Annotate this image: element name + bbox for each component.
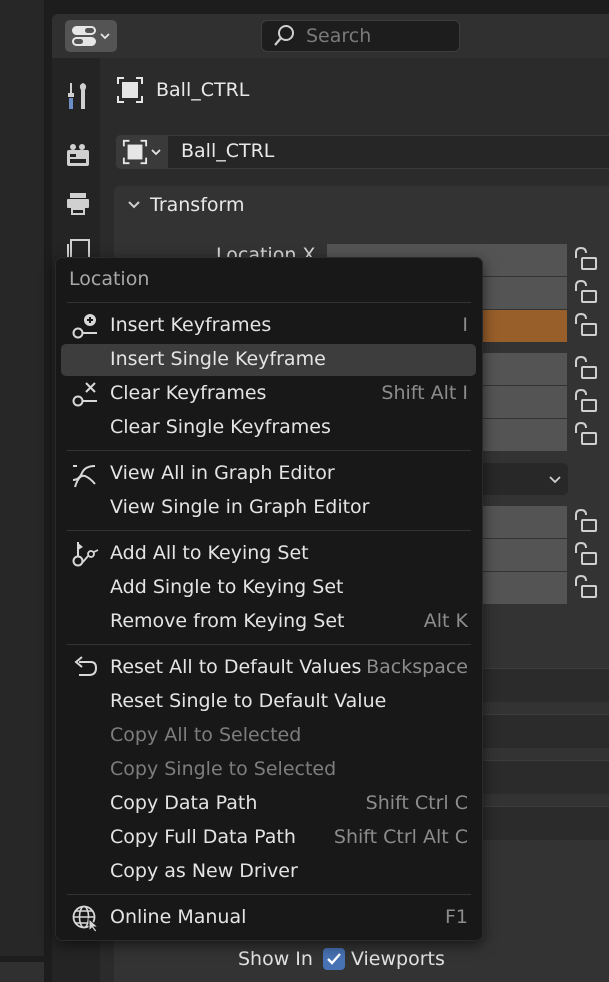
object-name-value: Ball_CTRL <box>181 140 275 162</box>
unlock-icon[interactable] <box>572 279 598 305</box>
unlock-icon[interactable] <box>572 355 598 381</box>
chevron-down-icon <box>128 201 140 209</box>
unlock-icon[interactable] <box>572 541 598 567</box>
render-tab[interactable] <box>60 138 96 174</box>
graph-editor-icon <box>71 460 99 488</box>
collapsed-subpanel[interactable] <box>470 714 609 748</box>
menu-item-copy-single-to-selected: Copy Single to Selected <box>110 758 337 780</box>
panel-title: Transform <box>150 194 245 216</box>
left-editor-area <box>0 0 45 956</box>
unlock-icon[interactable] <box>572 508 598 534</box>
menu-item-online-manual[interactable]: Online Manual F1 <box>61 902 476 934</box>
menu-item-copy-full-data-path[interactable]: Copy Full Data Path Shift Ctrl Alt C <box>61 822 476 854</box>
chevron-down-icon <box>549 476 561 484</box>
transform-panel-header[interactable]: Transform <box>126 194 245 216</box>
search-icon <box>274 25 294 46</box>
menu-separator <box>67 302 471 303</box>
reset-icon <box>71 654 99 682</box>
menu-item-copy-data-path[interactable]: Copy Data Path Shift Ctrl C <box>61 788 476 820</box>
context-menu-title: Location <box>69 268 150 290</box>
menu-item-reset-all-defaults[interactable]: Reset All to Default Values Backspace <box>61 652 476 684</box>
menu-item-add-all-keying-set[interactable]: Add All to Keying Set <box>61 538 476 570</box>
output-icon <box>67 193 89 215</box>
menu-separator <box>67 894 471 895</box>
menu-separator <box>67 530 471 531</box>
unlock-icon[interactable] <box>572 312 598 338</box>
menu-item-insert-keyframes[interactable]: Insert Keyframes I <box>61 310 476 342</box>
menu-separator <box>67 644 471 645</box>
editor-type-button[interactable] <box>65 20 117 52</box>
object-name: Ball_CTRL <box>156 79 250 101</box>
online-manual-icon <box>71 904 99 932</box>
menu-item-copy-all-to-selected: Copy All to Selected <box>110 724 302 746</box>
show-in-row: Show In Viewports <box>238 948 445 970</box>
properties-editor-icon <box>72 26 96 46</box>
menu-item-view-single-graph-editor[interactable]: View Single in Graph Editor <box>61 492 476 524</box>
collapsed-subpanel[interactable] <box>470 668 609 702</box>
search-placeholder: Search <box>306 25 372 47</box>
object-icon <box>117 77 143 103</box>
search-field[interactable]: Search <box>261 20 460 52</box>
menu-item-clear-single-keyframes[interactable]: Clear Single Keyframes <box>61 412 476 444</box>
menu-item-clear-keyframes[interactable]: Clear Keyframes Shift Alt I <box>61 378 476 410</box>
viewports-label: Viewports <box>350 948 445 970</box>
menu-item-insert-single-keyframe[interactable]: Insert Single Keyframe <box>61 344 476 376</box>
checkmark-icon <box>327 953 341 965</box>
keyframe-insert-icon <box>71 312 99 340</box>
collapsed-subpanel[interactable] <box>470 760 609 794</box>
tool-icon <box>68 83 87 109</box>
object-icon <box>122 139 148 165</box>
keying-set-icon <box>71 540 99 568</box>
menu-item-reset-single-default[interactable]: Reset Single to Default Value <box>61 686 476 718</box>
menu-item-view-all-graph-editor[interactable]: View All in Graph Editor <box>61 458 476 490</box>
object-name-header: Ball_CTRL <box>116 72 249 108</box>
chevron-down-icon <box>151 149 161 156</box>
viewports-checkbox[interactable] <box>322 948 345 970</box>
rotation-mode-dropdown[interactable] <box>470 463 568 495</box>
unlock-icon[interactable] <box>572 574 598 600</box>
output-tab[interactable] <box>60 186 96 222</box>
menu-separator <box>67 450 471 451</box>
unlock-icon[interactable] <box>572 246 598 272</box>
chevron-down-icon <box>100 33 110 40</box>
left-editor-footer <box>0 962 44 982</box>
keyframe-clear-icon <box>71 380 99 408</box>
object-type-button[interactable] <box>116 135 168 169</box>
menu-item-copy-as-new-driver[interactable]: Copy as New Driver <box>61 856 476 888</box>
tool-tab[interactable] <box>60 78 96 114</box>
show-in-label: Show In <box>238 948 313 970</box>
unlock-icon[interactable] <box>572 421 598 447</box>
menu-item-add-single-keying-set[interactable]: Add Single to Keying Set <box>61 572 476 604</box>
unlock-icon[interactable] <box>572 388 598 414</box>
menu-item-remove-keying-set[interactable]: Remove from Keying Set Alt K <box>61 606 476 638</box>
render-icon <box>67 144 89 166</box>
collapsed-subpanel[interactable] <box>470 806 609 840</box>
